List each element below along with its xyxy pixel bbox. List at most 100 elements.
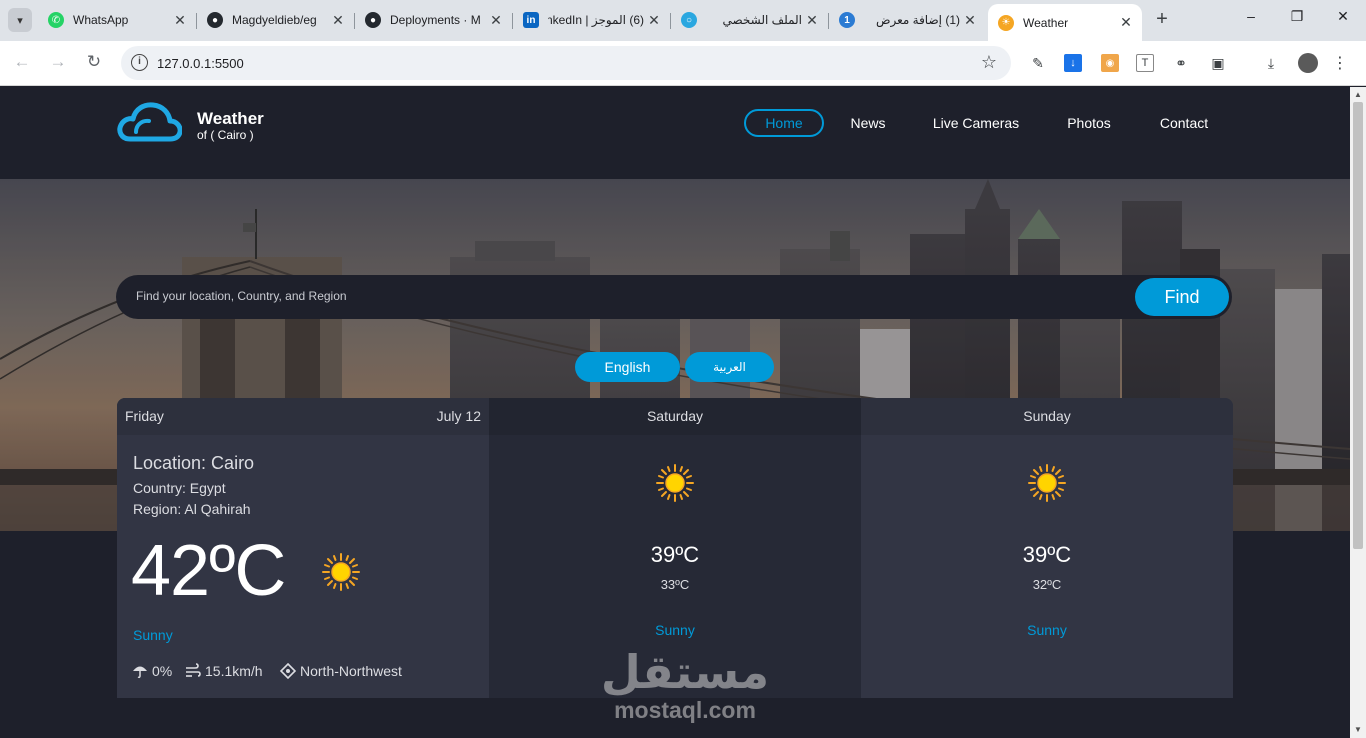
tab-label: Weather	[1023, 15, 1069, 30]
browser-tab-mostaql[interactable]: 1 (1) إضافة معرض ✕	[829, 6, 986, 34]
site-header: Weather of ( Cairo ) Home News Live Came…	[0, 87, 1350, 179]
tab-label: Deployments · M	[390, 13, 481, 27]
find-button[interactable]: Find	[1135, 278, 1229, 316]
wind-speed: 15.1km/h	[185, 663, 263, 679]
weather-icon: ☀	[998, 14, 1014, 31]
bookmark-star-icon[interactable]: ☆	[981, 52, 997, 73]
link-extension-icon[interactable]: ⚭	[1172, 54, 1190, 72]
day3-max-temp: 39ºC	[1022, 542, 1072, 567]
nav-home[interactable]: Home	[744, 109, 824, 137]
rain-chance: 0%	[132, 663, 172, 679]
eyedropper-extension-icon[interactable]: ✎	[1029, 54, 1047, 72]
scrollbar-thumb[interactable]	[1353, 102, 1363, 549]
browser-tab-whatsapp[interactable]: ✆ WhatsApp ✕	[38, 6, 196, 34]
wind-direction: North-Northwest	[280, 663, 402, 679]
mostaql-watermark: مستقل mostaql.com	[600, 645, 770, 735]
sun-icon	[656, 464, 694, 502]
scroll-down-icon[interactable]: ▼	[1354, 725, 1362, 734]
day3-condition: Sunny	[1027, 622, 1067, 638]
minimize-icon[interactable]: –	[1228, 8, 1274, 32]
tab-close-icon[interactable]: ✕	[1116, 14, 1136, 31]
browser-tab-bar: ▾ ✆ WhatsApp ✕ ● Magdyeldieb/eg ✕ ● Depl…	[0, 0, 1366, 41]
location-label: Location: Cairo	[133, 453, 255, 473]
menu-kebab-icon[interactable]: ⋮	[1331, 54, 1349, 72]
screenshot-extension-icon[interactable]: ◉	[1101, 54, 1119, 72]
mostaql-icon: 1	[839, 12, 855, 28]
address-url[interactable]: 127.0.0.1:5500	[157, 56, 244, 71]
profile-icon: ○	[681, 12, 697, 28]
nav-live-cameras[interactable]: Live Cameras	[926, 109, 1026, 137]
forecast-card-day3: Sunday 39ºC 32ºC Sunny	[861, 398, 1233, 698]
search-input[interactable]: Find your location, Country, and Region	[136, 289, 347, 303]
tab-label: WhatsApp	[73, 13, 129, 27]
tab-label: (1) إضافة معرض	[875, 13, 960, 27]
linkedin-icon: in	[523, 12, 539, 28]
rain-value: 0%	[152, 663, 173, 679]
text-extension-icon[interactable]: T	[1136, 54, 1154, 72]
watermark-arabic: مستقل	[600, 645, 770, 699]
current-temperature: 42ºC	[131, 531, 286, 611]
github-icon: ●	[207, 12, 223, 28]
day2-min-temp: 33ºC	[660, 577, 690, 592]
downloads-icon[interactable]: ⤓	[1262, 54, 1280, 72]
browser-tab-deployments[interactable]: ● Deployments · M ✕	[355, 6, 512, 34]
extensions-puzzle-icon[interactable]: ▣	[1209, 54, 1227, 72]
today-card-header: Friday July 12	[117, 398, 489, 435]
today-card: Friday July 12 Location: Cairo Country: …	[117, 398, 489, 698]
browser-tab-weather[interactable]: ☀ Weather ✕	[988, 4, 1142, 41]
tab-search-chevron-icon[interactable]: ▾	[8, 8, 32, 32]
page-scrollbar[interactable]: ▲ ▼	[1350, 87, 1366, 738]
day3-header: Sunday	[861, 398, 1233, 435]
brand-title: Weather	[197, 109, 264, 128]
day2-header: Saturday	[489, 398, 861, 435]
tab-label: (6) الموجز | LinkedIn	[548, 13, 644, 27]
wind-icon	[186, 663, 201, 677]
site-info-icon[interactable]: i	[131, 54, 148, 71]
download-extension-icon[interactable]: ↓	[1064, 54, 1082, 72]
today-date: July 12	[436, 408, 481, 424]
nav-news[interactable]: News	[838, 109, 898, 137]
umbrella-icon	[133, 666, 147, 679]
tab-close-icon[interactable]: ✕	[486, 12, 506, 29]
watermark-latin: mostaql.com	[614, 697, 756, 723]
restore-icon[interactable]: ❐	[1274, 8, 1320, 32]
nav-photos[interactable]: Photos	[1058, 109, 1120, 137]
github-icon: ●	[365, 12, 381, 28]
direction-value: North-Northwest	[300, 663, 402, 679]
forward-arrow-icon[interactable]: →	[46, 52, 70, 74]
tab-label: Magdyeldieb/eg	[232, 13, 317, 27]
scroll-up-icon[interactable]: ▲	[1354, 90, 1362, 99]
tab-close-icon[interactable]: ✕	[802, 12, 822, 29]
browser-tab-profile[interactable]: ○ الملف الشخصي ✕	[671, 6, 828, 34]
region-label: Region: Al Qahirah	[133, 501, 251, 517]
whatsapp-icon: ✆	[48, 12, 64, 28]
arabic-language-button[interactable]: العربية	[685, 352, 774, 382]
weather-page: Weather of ( Cairo ) Home News Live Came…	[0, 87, 1350, 738]
location-search-bar: Find your location, Country, and Region …	[116, 275, 1232, 319]
today-condition: Sunny	[133, 627, 173, 643]
tab-label: الملف الشخصي	[722, 13, 802, 27]
day2-condition: Sunny	[655, 622, 695, 638]
cloud-logo-icon[interactable]	[116, 101, 182, 143]
sun-icon	[322, 553, 360, 591]
window-close-icon[interactable]: ✕	[1320, 8, 1366, 32]
today-day: Friday	[125, 408, 164, 424]
tab-close-icon[interactable]: ✕	[170, 12, 190, 29]
brand-subtitle: of ( Cairo )	[197, 128, 254, 142]
new-tab-plus-icon[interactable]: +	[1152, 9, 1172, 29]
browser-toolbar: ← → ↻ i 127.0.0.1:5500 ☆ ✎ ↓ ◉ T ⚭ ▣ ⤓ ⋮	[0, 41, 1366, 86]
sun-icon	[1028, 464, 1066, 502]
browser-tab-github-repo[interactable]: ● Magdyeldieb/eg ✕	[197, 6, 354, 34]
english-language-button[interactable]: English	[575, 352, 680, 382]
profile-avatar[interactable]	[1298, 53, 1318, 73]
back-arrow-icon[interactable]: ←	[10, 52, 34, 74]
nav-contact[interactable]: Contact	[1150, 109, 1218, 137]
tab-close-icon[interactable]: ✕	[644, 12, 664, 29]
tab-close-icon[interactable]: ✕	[328, 12, 348, 29]
day2-max-temp: 39ºC	[650, 542, 700, 567]
browser-tab-linkedin[interactable]: in (6) الموجز | LinkedIn ✕	[513, 6, 670, 34]
tab-close-icon[interactable]: ✕	[960, 12, 980, 29]
compass-icon	[280, 663, 296, 679]
reload-icon[interactable]: ↻	[82, 52, 106, 74]
address-bar[interactable]: i 127.0.0.1:5500 ☆	[121, 46, 1011, 80]
